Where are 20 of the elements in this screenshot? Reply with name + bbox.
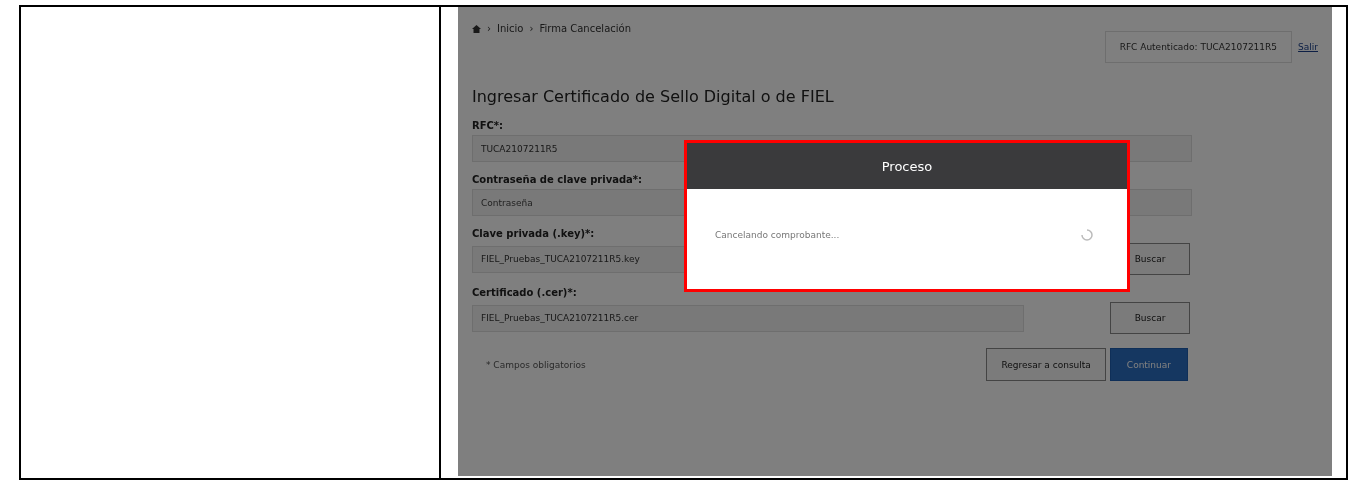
breadcrumb-current: Firma Cancelación	[539, 23, 631, 34]
field-label: RFC*:	[472, 120, 504, 131]
dialog-title: Proceso	[687, 143, 1127, 189]
back-button[interactable]: Regresar a consulta	[986, 348, 1106, 381]
breadcrumb-separator: ›	[487, 23, 491, 34]
field-label: Contraseña de clave privada*:	[472, 174, 643, 185]
required-note: * Campos obligatorios	[486, 359, 586, 370]
browse-button[interactable]: Buscar	[1110, 302, 1190, 334]
home-icon[interactable]	[472, 24, 481, 33]
continue-button[interactable]: Continuar	[1109, 348, 1188, 381]
breadcrumb-link[interactable]: Inicio	[497, 23, 524, 34]
dialog-message: Cancelando comprobante...	[715, 230, 840, 240]
logout-link[interactable]: Salir	[1298, 42, 1318, 52]
breadcrumb-separator: ›	[529, 23, 534, 34]
field-label: Clave privada (.key)*:	[472, 228, 595, 239]
field-label: Certificado (.cer)*:	[472, 287, 577, 298]
authenticated-user: RFC Autenticado: TUCA2107211R5	[1104, 31, 1293, 63]
spinner-icon	[1081, 229, 1093, 241]
form-title: Ingresar Certificado de Sello Digital o de FIEL	[472, 87, 835, 106]
file-path-field[interactable]: FIEL_Pruebas_TUCA2107211R5.cer	[472, 304, 1024, 332]
